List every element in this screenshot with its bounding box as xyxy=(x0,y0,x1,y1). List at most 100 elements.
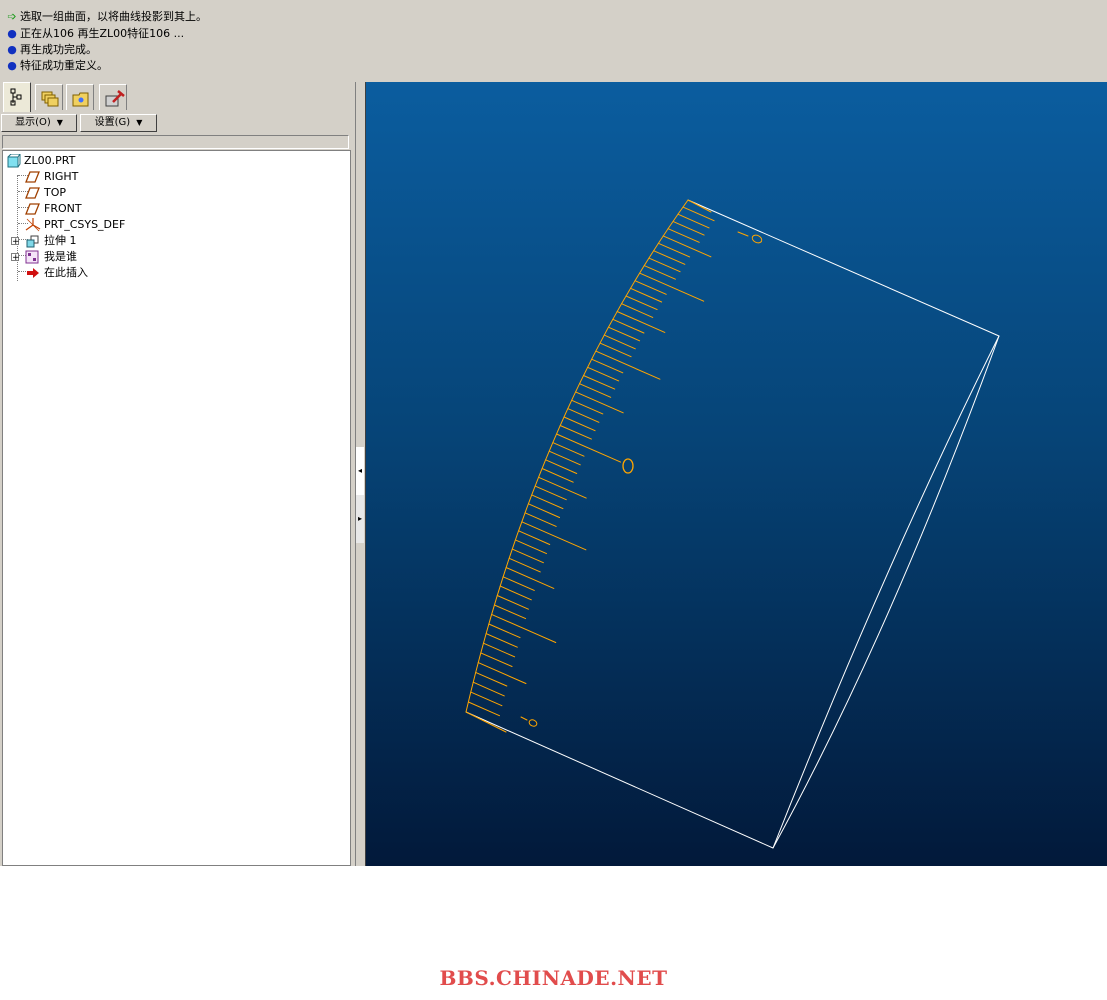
tree-item-group[interactable]: 我是谁 xyxy=(25,249,225,265)
ruler-tick xyxy=(538,476,587,499)
navigator-panel: 显示(O) ▼ 设置(G) ▼ ZL00.PRT RIGHT TOP FRONT… xyxy=(0,82,355,866)
ruler-arc xyxy=(465,199,689,713)
ruler-tick xyxy=(477,662,527,684)
tree-item-label: 我是谁 xyxy=(44,250,77,263)
ruler-tick xyxy=(493,604,527,620)
folder-browser-icon xyxy=(72,92,89,107)
message-text: 正在从106 再生ZL00特征106 ... xyxy=(20,27,185,40)
settings-dropdown[interactable]: 设置(G) ▼ xyxy=(80,114,157,132)
chevron-down-icon: ▼ xyxy=(56,118,63,127)
ruler-tick xyxy=(475,671,508,687)
ruler-tick xyxy=(524,512,557,527)
ruler-tick xyxy=(534,485,567,501)
ruler-number-marker xyxy=(528,719,538,727)
message-text: 选取一组曲面，以将曲线投影到其上。 xyxy=(20,10,207,23)
ruler-tick xyxy=(548,450,581,466)
ruler-tick xyxy=(518,530,551,545)
settings-dropdown-label: 设置(G) xyxy=(94,117,131,128)
insert-here-arrow-icon xyxy=(27,268,39,278)
ruler-tick xyxy=(511,548,544,564)
tree-item-csys[interactable]: PRT_CSYS_DEF xyxy=(25,217,225,233)
part-icon xyxy=(7,154,21,168)
tree-item-label: 在此插入 xyxy=(44,266,88,279)
ruler-tick xyxy=(521,521,587,551)
ruler-tick xyxy=(470,691,503,707)
ruler-tick xyxy=(531,494,564,510)
tree-item-label: FRONT xyxy=(44,202,82,215)
ruler-tick xyxy=(480,652,513,667)
tree-filter-bar[interactable] xyxy=(2,135,349,149)
ruler-tick xyxy=(482,642,516,658)
tab-folder-browser[interactable] xyxy=(66,84,94,110)
ruler-tick xyxy=(662,235,712,258)
ruler-number-marker xyxy=(737,231,749,237)
ruler-number-marker xyxy=(751,234,763,244)
show-dropdown-label: 显示(O) xyxy=(15,117,51,128)
tab-tools[interactable] xyxy=(99,84,127,110)
datum-plane-icon xyxy=(25,171,40,183)
panel-splitter[interactable]: ◂ ▸ xyxy=(355,82,366,866)
tab-layers[interactable] xyxy=(35,84,63,110)
extrude-icon xyxy=(26,235,39,248)
ruler-tick xyxy=(491,613,557,643)
ruler-ticks xyxy=(467,206,715,717)
message-line: ● 再生成功完成。 xyxy=(6,42,97,58)
datum-plane-icon xyxy=(25,187,40,199)
tree-item-top[interactable]: TOP xyxy=(25,185,225,201)
watermark: BBS.CHINADE.NET xyxy=(439,966,668,990)
ruler-tick xyxy=(541,468,574,483)
ruler-tick xyxy=(514,539,547,555)
expand-toggle[interactable]: + xyxy=(11,253,20,263)
tree-item-label: 拉伸 1 xyxy=(44,234,77,247)
message-line: ➩ 选取一组曲面，以将曲线投影到其上。 xyxy=(6,9,207,25)
blue-dot-icon: ● xyxy=(7,27,17,40)
layers-icon xyxy=(41,91,59,107)
ruler-arc xyxy=(465,711,507,733)
tree-item-label: TOP xyxy=(44,186,67,199)
ruler-tick xyxy=(502,576,535,591)
blue-dot-icon: ● xyxy=(7,59,17,72)
part-side-edge xyxy=(772,335,1000,849)
ruler-number-marker xyxy=(520,716,528,721)
tree-item-right[interactable]: RIGHT xyxy=(25,169,225,185)
message-text: 再生成功完成。 xyxy=(20,43,97,56)
message-line: ● 正在从106 再生ZL00特征106 ... xyxy=(6,26,184,42)
group-icon xyxy=(25,250,39,264)
model-tree-icon xyxy=(10,88,22,106)
ruler-tick xyxy=(552,442,585,457)
ruler-tick xyxy=(575,391,624,414)
ruler-tick xyxy=(488,623,521,639)
ruler-tick xyxy=(499,585,532,601)
message-area: ➩ 选取一组曲面，以将曲线投影到其上。 ● 正在从106 再生ZL00特征106 .… xyxy=(0,0,1107,82)
collapse-left-arrow-icon[interactable]: ◂ xyxy=(356,447,364,495)
coordinate-system-icon xyxy=(25,218,41,232)
tree-root[interactable]: ZL00.PRT xyxy=(7,153,207,169)
blue-dot-icon: ● xyxy=(7,43,17,56)
expand-toggle[interactable]: + xyxy=(11,237,20,247)
message-text: 特征成功重定义。 xyxy=(20,59,108,72)
tree-item-extrude[interactable]: 拉伸 1 xyxy=(25,233,225,249)
part-side-edge xyxy=(772,335,1000,849)
ruler-number-marker xyxy=(622,458,634,474)
part-top-edge xyxy=(687,199,1000,337)
tab-model-tree[interactable] xyxy=(3,82,31,112)
datum-plane-icon xyxy=(25,203,40,215)
tree-root-label: ZL00.PRT xyxy=(24,154,76,167)
green-arrow-icon: ➩ xyxy=(7,10,17,23)
ruler-tick xyxy=(467,701,500,717)
tree-item-front[interactable]: FRONT xyxy=(25,201,225,217)
ruler-tick xyxy=(496,595,529,610)
ruler-tick xyxy=(472,681,505,697)
tree-item-insert-here[interactable]: 在此插入 xyxy=(25,265,225,281)
ruler-tick xyxy=(545,459,578,474)
graphics-viewport[interactable] xyxy=(366,82,1107,866)
ruler-tick xyxy=(527,503,560,518)
ruler-arc xyxy=(687,199,712,213)
ruler-tick xyxy=(616,311,666,333)
model-tree[interactable]: ZL00.PRT RIGHT TOP FRONT PRT_CSYS_DEF + … xyxy=(2,150,351,866)
expand-right-arrow-icon[interactable]: ▸ xyxy=(356,495,364,543)
tree-item-label: RIGHT xyxy=(44,170,79,183)
part-bottom-edge xyxy=(465,711,774,849)
model-wireframe xyxy=(465,199,1000,849)
show-dropdown[interactable]: 显示(O) ▼ xyxy=(1,114,77,132)
